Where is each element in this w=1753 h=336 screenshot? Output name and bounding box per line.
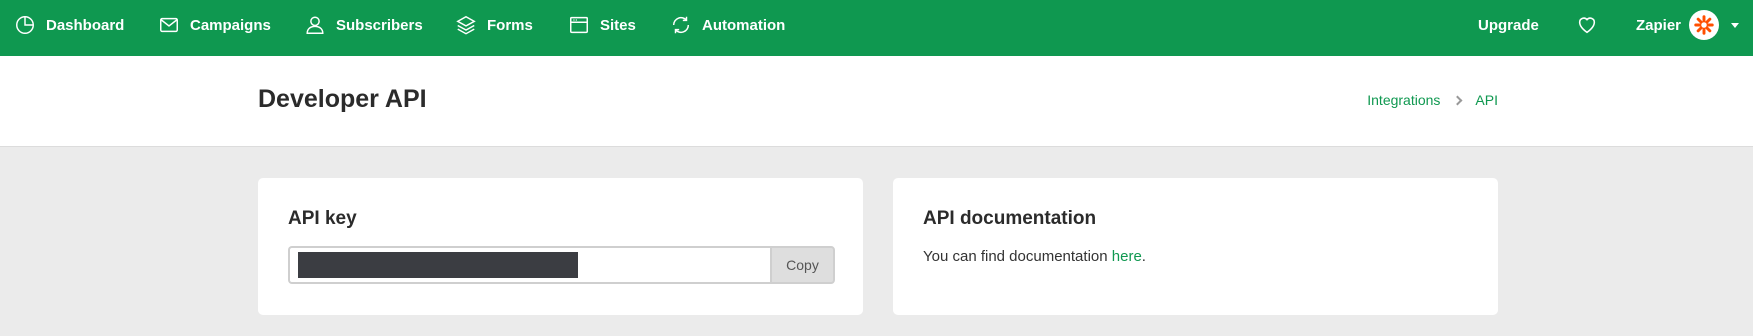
documentation-link[interactable]: here bbox=[1112, 248, 1142, 265]
account-name: Zapier bbox=[1636, 16, 1682, 34]
nav-forms[interactable]: Forms bbox=[455, 0, 533, 50]
nav-automation[interactable]: Automation bbox=[670, 0, 785, 50]
chevron-right-icon bbox=[1452, 95, 1463, 105]
nav-campaigns-label: Campaigns bbox=[190, 16, 271, 34]
user-icon bbox=[306, 16, 324, 34]
page-title: Developer API bbox=[258, 85, 427, 113]
layers-icon bbox=[456, 15, 476, 35]
breadcrumb: Integrations API bbox=[1367, 92, 1498, 108]
page-header: Developer API Integrations API bbox=[0, 56, 1753, 147]
breadcrumb-integrations[interactable]: Integrations bbox=[1367, 92, 1440, 108]
documentation-text: You can find documentation here. bbox=[923, 248, 1146, 265]
upgrade-link[interactable]: Upgrade bbox=[1478, 0, 1539, 50]
nav-sites[interactable]: Sites bbox=[568, 0, 636, 50]
copy-button[interactable]: Copy bbox=[770, 246, 835, 284]
api-key-card: API key Copy bbox=[258, 178, 863, 315]
refresh-icon bbox=[672, 16, 690, 34]
breadcrumb-api[interactable]: API bbox=[1475, 92, 1498, 108]
api-documentation-title: API documentation bbox=[923, 208, 1097, 229]
documentation-text-prefix: You can find documentation bbox=[923, 248, 1112, 265]
dashboard-icon bbox=[16, 16, 34, 34]
browser-icon bbox=[570, 16, 588, 34]
api-key-title: API key bbox=[288, 208, 357, 229]
account-menu[interactable]: Zapier bbox=[1636, 0, 1740, 50]
api-key-field[interactable] bbox=[288, 246, 770, 284]
nav-sites-label: Sites bbox=[600, 16, 636, 34]
nav-subscribers[interactable]: Subscribers bbox=[304, 0, 423, 50]
masked-api-key bbox=[298, 252, 578, 278]
nav-dashboard[interactable]: Dashboard bbox=[14, 0, 124, 50]
zapier-logo-icon bbox=[1694, 15, 1714, 35]
nav-dashboard-label: Dashboard bbox=[46, 16, 125, 34]
top-navigation: Dashboard Campaigns Subscribers Forms Si… bbox=[0, 0, 1753, 56]
nav-automation-label: Automation bbox=[702, 16, 786, 34]
nav-forms-label: Forms bbox=[487, 16, 533, 34]
avatar bbox=[1689, 10, 1720, 40]
nav-subscribers-label: Subscribers bbox=[336, 16, 423, 34]
mail-icon bbox=[160, 17, 178, 33]
favorites-button[interactable] bbox=[1576, 14, 1598, 36]
api-documentation-card: API documentation You can find documenta… bbox=[893, 178, 1498, 315]
heart-icon bbox=[1578, 17, 1596, 34]
documentation-text-suffix: . bbox=[1141, 248, 1146, 265]
nav-campaigns[interactable]: Campaigns bbox=[158, 0, 271, 50]
chevron-down-icon bbox=[1731, 22, 1740, 28]
